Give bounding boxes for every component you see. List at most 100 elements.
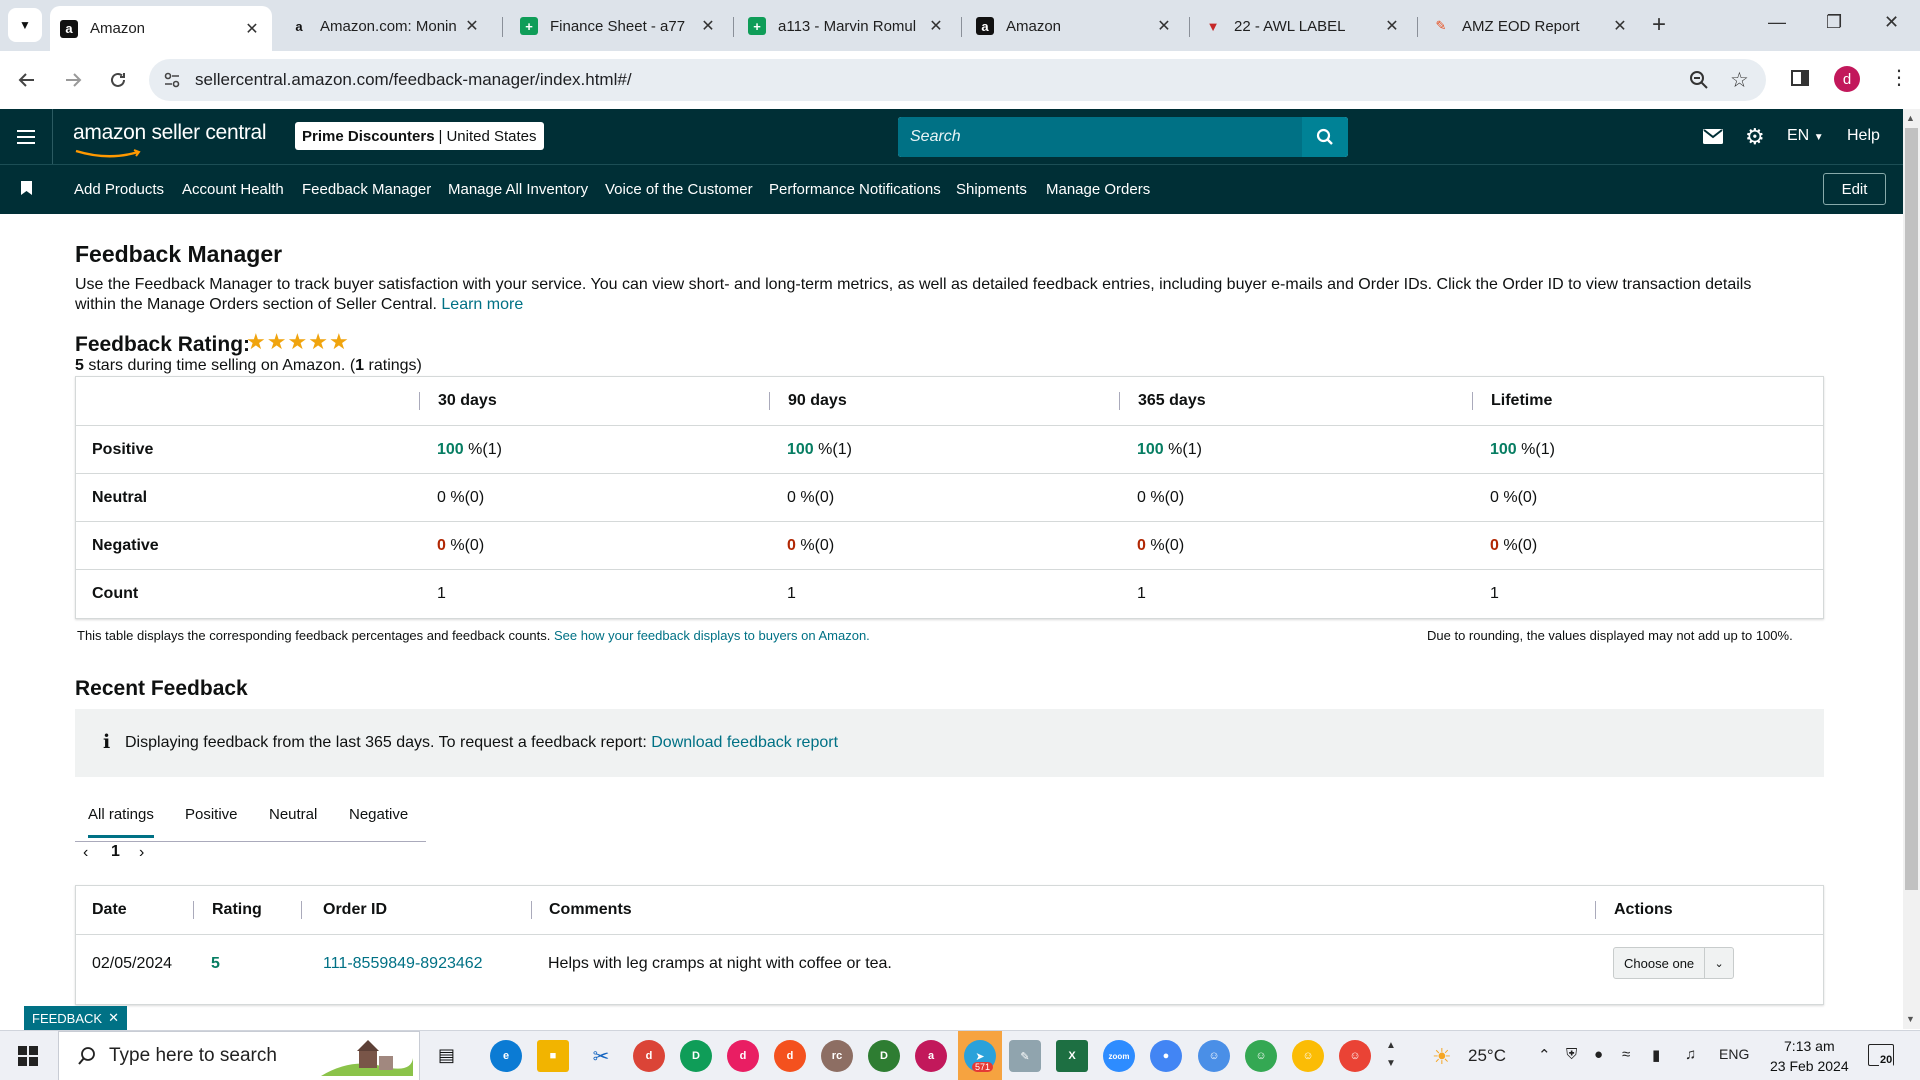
feedback-display-link[interactable]: See how your feedback displays to buyers… [554,628,870,643]
nav-account-health[interactable]: Account Health [182,181,284,198]
window-close-icon[interactable]: ✕ [1884,12,1899,33]
nav-shipments[interactable]: Shipments [956,181,1027,198]
zoom-icon[interactable] [1689,70,1709,95]
side-panel-icon[interactable] [1790,68,1810,93]
chrome-icon[interactable]: ● [1150,1040,1182,1072]
address-bar[interactable]: sellercentral.amazon.com/feedback-manage… [149,59,1766,101]
input-language[interactable]: ENG [1719,1046,1749,1062]
bookmark-star-icon[interactable]: ☆ [1730,68,1749,93]
order-id-link[interactable]: 111-8559849-8923462 [323,955,483,973]
security-icon[interactable]: ⛨ [1566,1046,1577,1063]
feedback-widget-tab[interactable]: FEEDBACK ✕ [24,1006,127,1030]
close-icon[interactable]: ✕ [108,1010,119,1026]
edge-icon[interactable]: e [490,1040,522,1072]
pagination-page[interactable]: 1 [111,843,120,861]
close-icon[interactable]: ✕ [1610,16,1630,36]
search-button[interactable] [1302,117,1348,157]
tray-overflow-icon[interactable]: ⌃ [1538,1046,1551,1064]
profile-avatar[interactable]: d [1834,66,1860,92]
scroll-down-icon[interactable]: ▼ [1906,1014,1915,1024]
browser-tab[interactable]: + a113 - Marvin Romul ✕ [738,6,956,46]
learn-more-link[interactable]: Learn more [441,296,523,313]
search-input[interactable] [898,117,1302,157]
battery-icon[interactable]: ▮ [1652,1046,1660,1064]
browser-tab[interactable]: ▼ 22 - AWL LABEL ✕ [1194,6,1412,46]
scrollbar-thumb[interactable] [1905,128,1918,890]
notification-count: 20 [1879,1054,1894,1066]
pagination-next-icon[interactable]: › [139,844,144,862]
nav-manage-all-inventory[interactable]: Manage All Inventory [448,181,588,198]
windows-start-icon[interactable] [18,1046,38,1071]
tab-negative[interactable]: Negative [349,806,408,823]
nav-feedback-manager[interactable]: Feedback Manager [302,181,431,198]
download-report-link[interactable]: Download feedback report [651,734,838,751]
browser-tab[interactable]: a Amazon.com: Monin ✕ [280,6,492,46]
store-selector[interactable]: Prime Discounters | United States [295,122,544,150]
chrome-profile-icon[interactable]: D [680,1040,712,1072]
telegram-button[interactable]: ➤ 571 [958,1031,1002,1080]
restore-icon[interactable]: ❐ [1826,12,1842,33]
more-menu-icon[interactable]: ⋮ [1889,65,1909,90]
tab-all-ratings[interactable]: All ratings [88,806,154,838]
file-explorer-icon[interactable]: ■ [537,1040,569,1072]
chrome-profile-icon[interactable]: d [633,1040,665,1072]
edit-nav-button[interactable]: Edit [1823,173,1886,205]
excel-icon[interactable]: X [1056,1040,1088,1072]
zoom-app-icon[interactable]: zoom [1103,1040,1135,1072]
wifi-icon[interactable]: ≈ [1622,1046,1630,1063]
gear-icon[interactable]: ⚙ [1745,124,1765,150]
forward-icon[interactable] [58,65,88,95]
chrome-profile-icon[interactable]: a [915,1040,947,1072]
close-icon[interactable]: ✕ [1382,16,1402,36]
taskbar-search-box[interactable]: Type here to search [58,1031,420,1080]
chrome-profile-icon[interactable]: ☺ [1198,1040,1230,1072]
browser-tab[interactable]: + Finance Sheet - a77 ✕ [510,6,728,46]
taskbar-scroll-arrows[interactable]: ▲ ▼ [1386,1037,1396,1073]
chrome-profile-icon[interactable]: ☺ [1292,1040,1324,1072]
nav-add-products[interactable]: Add Products [74,181,164,198]
notification-center-icon[interactable]: 20 [1868,1044,1894,1066]
help-link[interactable]: Help [1847,127,1880,145]
tab-positive[interactable]: Positive [185,806,238,823]
new-tab-button[interactable]: + [1652,11,1666,39]
hamburger-menu-icon[interactable] [0,109,53,164]
pagination-prev-icon[interactable]: ‹ [83,844,88,862]
snipping-tool-icon[interactable]: ✂ [585,1040,617,1072]
bookmark-icon[interactable] [21,181,32,200]
clock[interactable]: 7:13 am 23 Feb 2024 [1770,1036,1849,1076]
notepad-icon[interactable]: ✎ [1009,1040,1041,1072]
tab-search-button[interactable]: ▼ [8,8,42,42]
chrome-profile-icon[interactable]: rc [821,1040,853,1072]
chrome-profile-icon[interactable]: d [727,1040,759,1072]
close-icon[interactable]: ✕ [242,19,262,39]
nav-manage-orders[interactable]: Manage Orders [1046,181,1150,198]
task-view-icon[interactable]: ▤ [438,1045,455,1066]
seller-central-logo[interactable]: amazon seller central [73,121,267,145]
close-icon[interactable]: ✕ [698,16,718,36]
chrome-profile-icon[interactable]: ☺ [1339,1040,1371,1072]
minimize-icon[interactable]: — [1768,12,1786,33]
browser-tab[interactable]: ✎ AMZ EOD Report ✕ [1422,6,1640,46]
chrome-profile-icon[interactable]: D [868,1040,900,1072]
scroll-up-icon[interactable]: ▲ [1906,113,1915,123]
volume-icon[interactable]: ♫ [1685,1046,1696,1063]
close-icon[interactable]: ✕ [926,16,946,36]
browser-tab-active[interactable]: a Amazon ✕ [50,6,272,51]
chrome-profile-icon[interactable]: d [774,1040,806,1072]
nav-performance-notifications[interactable]: Performance Notifications [769,181,941,198]
chrome-profile-icon[interactable]: ☺ [1245,1040,1277,1072]
close-icon[interactable]: ✕ [462,16,482,36]
microphone-icon[interactable]: ● [1594,1046,1603,1063]
close-icon[interactable]: ✕ [1154,16,1174,36]
mail-icon[interactable] [1703,129,1723,149]
weather-temp[interactable]: 25°C [1468,1046,1506,1066]
browser-tab[interactable]: a Amazon ✕ [966,6,1184,46]
actions-dropdown[interactable]: Choose one ⌄ [1613,947,1734,979]
site-info-icon[interactable] [163,71,181,94]
table-row: 02/05/2024 5 111-8559849-8923462 Helps w… [76,934,1823,1004]
reload-icon[interactable] [103,65,133,95]
nav-voice-of-the-customer[interactable]: Voice of the Customer [605,181,753,198]
back-icon[interactable] [12,65,42,95]
tab-neutral[interactable]: Neutral [269,806,317,823]
language-selector[interactable]: EN ▼ [1787,127,1824,145]
